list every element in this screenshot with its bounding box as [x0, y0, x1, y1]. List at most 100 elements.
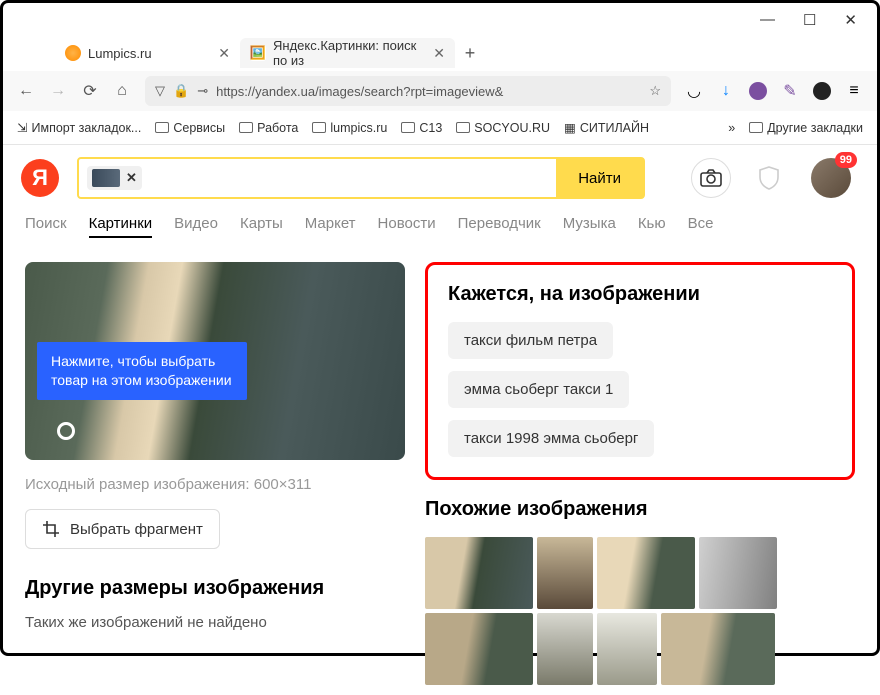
- ext-icon-dark[interactable]: [813, 82, 831, 100]
- search-input[interactable]: [142, 170, 556, 187]
- hotspot-icon[interactable]: [57, 422, 75, 440]
- yandex-favicon: 🖼️: [250, 45, 266, 61]
- svc-maps[interactable]: Карты: [240, 215, 283, 238]
- overflow-icon[interactable]: »: [728, 121, 735, 135]
- similar-image[interactable]: [425, 537, 533, 609]
- url-text: https://yandex.ua/images/search?rpt=imag…: [216, 84, 641, 99]
- other-sizes-section: Другие размеры изображения Таких же изоб…: [25, 577, 405, 631]
- svc-news[interactable]: Новости: [378, 215, 436, 238]
- similar-image[interactable]: [425, 613, 533, 685]
- new-tab-button[interactable]: +: [455, 43, 485, 64]
- reload-button[interactable]: ⟳: [81, 82, 99, 100]
- svc-market[interactable]: Маркет: [305, 215, 356, 238]
- folder-icon: [312, 122, 326, 133]
- crop-button[interactable]: Выбрать фрагмент: [25, 509, 220, 549]
- search-box: ✕ Найти: [77, 157, 645, 199]
- crop-label: Выбрать фрагмент: [70, 521, 203, 538]
- svc-images[interactable]: Картинки: [89, 215, 153, 238]
- similar-grid: [425, 537, 855, 685]
- search-header: Я ✕ Найти 99: [3, 145, 877, 211]
- close-window-button[interactable]: ✕: [844, 11, 857, 27]
- ext-icon-v[interactable]: [749, 82, 767, 100]
- menu-icon[interactable]: ≡: [845, 82, 863, 100]
- main: Нажмите, чтобы выбрать товар на этом изо…: [3, 252, 877, 695]
- bm-lumpics[interactable]: lumpics.ru: [312, 121, 387, 135]
- bm-work[interactable]: Работа: [239, 121, 298, 135]
- suggestion-chip[interactable]: такси фильм петра: [448, 322, 613, 359]
- orange-favicon: [65, 45, 81, 61]
- right-column: Кажется, на изображении такси фильм петр…: [425, 262, 855, 685]
- maximize-button[interactable]: ☐: [803, 11, 816, 27]
- bm-c13[interactable]: C13: [401, 121, 442, 135]
- bookmarks-bar: ⇲Импорт закладок... Сервисы Работа lumpi…: [3, 111, 877, 145]
- avatar[interactable]: 99: [811, 158, 851, 198]
- toolbar-icons: ◡ ↓ ✎ ≡: [685, 82, 863, 100]
- tab-label: Lumpics.ru: [88, 46, 152, 61]
- chips: такси фильм петра эмма сьоберг такси 1 т…: [448, 322, 832, 457]
- section-title: Другие размеры изображения: [25, 577, 405, 600]
- window-controls: — ☐ ✕: [3, 3, 877, 35]
- similar-section: Похожие изображения: [425, 498, 855, 685]
- shield-icon[interactable]: [749, 158, 789, 198]
- import-icon: ⇲: [17, 120, 27, 135]
- home-button[interactable]: ⌂: [113, 82, 131, 100]
- svc-translate[interactable]: Переводчик: [458, 215, 541, 238]
- panel-title: Кажется, на изображении: [448, 283, 832, 306]
- lock-icon: 🔒: [173, 83, 189, 99]
- svc-video[interactable]: Видео: [174, 215, 218, 238]
- search-button[interactable]: Найти: [556, 159, 643, 197]
- tab-label: Яндекс.Картинки: поиск по из: [273, 38, 433, 68]
- svc-music[interactable]: Музыка: [563, 215, 616, 238]
- similar-image[interactable]: [597, 613, 657, 685]
- yandex-logo[interactable]: Я: [21, 159, 59, 197]
- minimize-button[interactable]: —: [760, 11, 775, 27]
- thumb-icon: [92, 169, 120, 187]
- close-tab-icon[interactable]: ✕: [218, 45, 230, 62]
- similar-image[interactable]: [537, 613, 593, 685]
- left-column: Нажмите, чтобы выбрать товар на этом изо…: [25, 262, 405, 685]
- similar-image[interactable]: [537, 537, 593, 609]
- looks-like-panel: Кажется, на изображении такси фильм петр…: [425, 262, 855, 480]
- pocket-icon[interactable]: ◡: [685, 82, 703, 100]
- image-preview[interactable]: Нажмите, чтобы выбрать товар на этом изо…: [25, 262, 405, 460]
- service-tabs: Поиск Картинки Видео Карты Маркет Новост…: [3, 211, 877, 252]
- import-bookmarks[interactable]: ⇲Импорт закладок...: [17, 120, 141, 135]
- bm-cityline[interactable]: ▦СИТИЛАЙН: [564, 120, 649, 135]
- star-icon[interactable]: ☆: [649, 83, 661, 99]
- close-tab-icon[interactable]: ✕: [433, 45, 445, 62]
- product-tooltip[interactable]: Нажмите, чтобы выбрать товар на этом изо…: [37, 342, 247, 400]
- search-image-chip[interactable]: ✕: [87, 166, 142, 190]
- section-text: Таких же изображений не найдено: [25, 614, 405, 631]
- bm-socyou[interactable]: SOCYOU.RU: [456, 121, 550, 135]
- crop-icon: [42, 520, 60, 538]
- camera-button[interactable]: [691, 158, 731, 198]
- suggestion-chip[interactable]: такси 1998 эмма сьоберг: [448, 420, 654, 457]
- folder-icon: [749, 122, 763, 133]
- svc-all[interactable]: Все: [688, 215, 714, 238]
- remove-chip-icon[interactable]: ✕: [126, 170, 137, 186]
- svc-q[interactable]: Кью: [638, 215, 666, 238]
- tab-bar: Lumpics.ru ✕ 🖼️ Яндекс.Картинки: поиск п…: [3, 35, 877, 71]
- forward-button[interactable]: →: [49, 82, 67, 100]
- similar-image[interactable]: [661, 613, 775, 685]
- other-bookmarks[interactable]: Другие закладки: [749, 121, 863, 135]
- section-title: Похожие изображения: [425, 498, 855, 521]
- feather-icon[interactable]: ✎: [781, 82, 799, 100]
- address-bar[interactable]: ▽ 🔒 ⊸ https://yandex.ua/images/search?rp…: [145, 76, 671, 106]
- tab-lumpics[interactable]: Lumpics.ru ✕: [55, 38, 240, 68]
- tab-yandex-images[interactable]: 🖼️ Яндекс.Картинки: поиск по из ✕: [240, 38, 455, 68]
- news-icon: ▦: [564, 120, 576, 135]
- svc-search[interactable]: Поиск: [25, 215, 67, 238]
- folder-icon: [239, 122, 253, 133]
- bm-services[interactable]: Сервисы: [155, 121, 225, 135]
- folder-icon: [456, 122, 470, 133]
- similar-image[interactable]: [699, 537, 777, 609]
- back-button[interactable]: ←: [17, 82, 35, 100]
- suggestion-chip[interactable]: эмма сьоберг такси 1: [448, 371, 629, 408]
- nav-bar: ← → ⟳ ⌂ ▽ 🔒 ⊸ https://yandex.ua/images/s…: [3, 71, 877, 111]
- shield-icon: ▽: [155, 83, 165, 99]
- folder-icon: [401, 122, 415, 133]
- notification-badge: 99: [835, 152, 857, 168]
- similar-image[interactable]: [597, 537, 695, 609]
- download-icon[interactable]: ↓: [717, 82, 735, 100]
